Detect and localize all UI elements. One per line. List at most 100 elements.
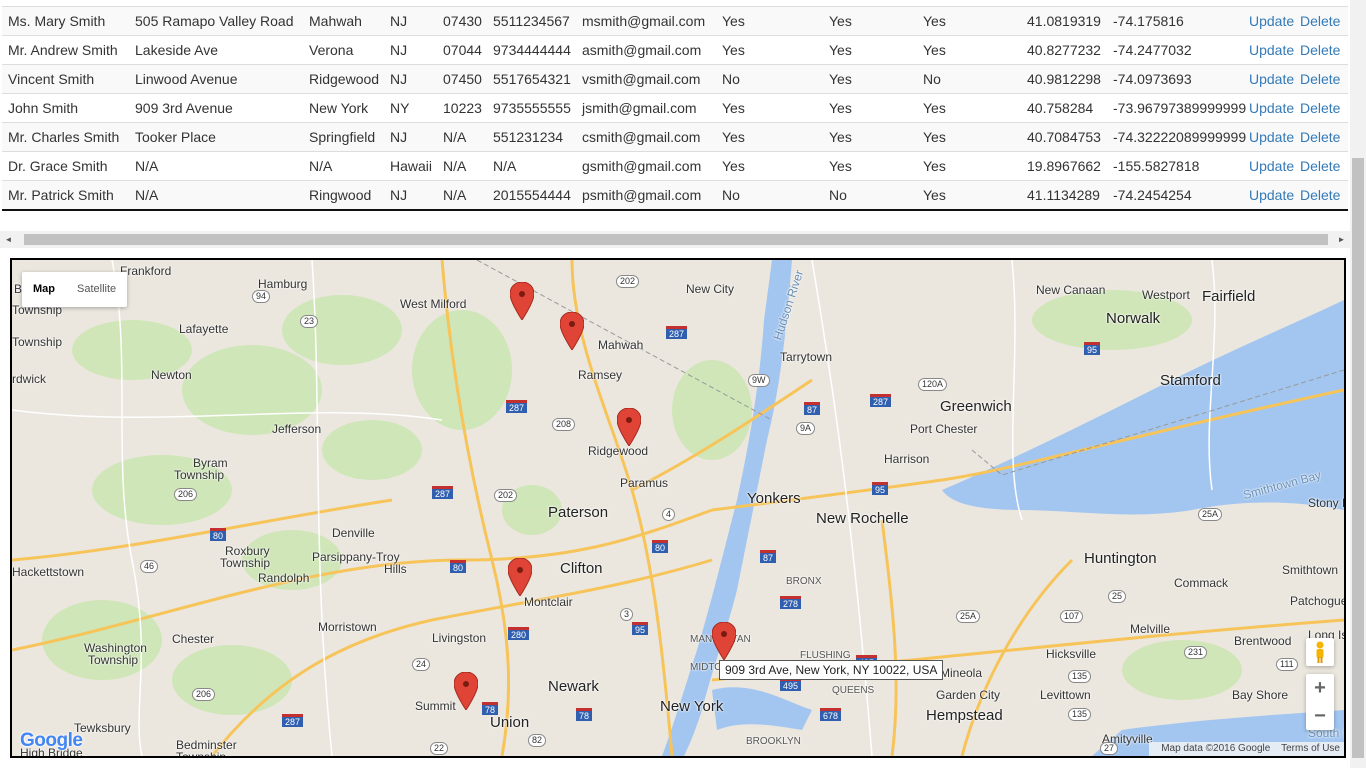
table-cell-lng: -74.32222089999999	[1107, 122, 1249, 152]
update-link[interactable]: Update	[1249, 42, 1294, 58]
map-place-label: Township	[12, 335, 63, 349]
table-cell-zip: 07450	[437, 64, 487, 94]
route-shield-icon: 9W	[748, 374, 770, 387]
map-marker-icon[interactable]	[617, 408, 641, 446]
table-cell-opt2: Yes	[823, 122, 917, 152]
table-cell-zip: 07430	[437, 6, 487, 36]
map-place-label: Greenwich	[940, 398, 1012, 415]
delete-link[interactable]: Delete	[1300, 42, 1340, 58]
map-marker-icon[interactable]	[712, 622, 736, 660]
table-cell-phone: 9735555555	[487, 93, 576, 123]
table-cell-opt1: Yes	[716, 6, 823, 36]
delete-link[interactable]: Delete	[1300, 129, 1340, 145]
table-cell-delete: Delete	[1300, 180, 1348, 211]
google-map[interactable]: FrankfordBranchvilleHamburgTownshipWest …	[10, 258, 1346, 758]
map-type-map-button[interactable]: Map	[22, 272, 66, 307]
route-shield-icon: 24	[412, 658, 431, 671]
map-place-label: BRONX	[786, 576, 822, 587]
table-cell-state: NJ	[384, 6, 437, 36]
interstate-shield-icon: 287	[870, 394, 892, 407]
map-place-label: Livingston	[432, 631, 487, 645]
interstate-shield-icon: 80	[450, 560, 467, 573]
map-marker-icon[interactable]	[510, 282, 534, 320]
table-row: Vincent Smith Linwood Avenue Ridgewood NJ 07…	[2, 64, 1348, 94]
map-marker-icon[interactable]	[560, 312, 584, 350]
route-shield-icon: 22	[430, 742, 449, 755]
map-place-label: Tarrytown	[780, 350, 833, 364]
table-body: Ms. Mary Smith 505 Ramapo Valley Road Mahw…	[2, 6, 1348, 211]
map-type-satellite-button[interactable]: Satellite	[66, 272, 127, 307]
table-cell-opt1: Yes	[716, 151, 823, 181]
table-cell-email: psmith@gmail.com	[576, 180, 716, 211]
map-place-label: Fairfield	[1202, 288, 1256, 305]
update-link[interactable]: Update	[1249, 13, 1294, 29]
table-cell-phone: N/A	[487, 151, 576, 181]
delete-link[interactable]: Delete	[1300, 187, 1340, 203]
table-cell-lat: 40.7084753	[1021, 122, 1107, 152]
table-cell-opt1: Yes	[716, 122, 823, 152]
map-place-label: Paramus	[620, 476, 669, 490]
terms-of-use-link[interactable]: Terms of Use	[1281, 743, 1340, 754]
delete-link[interactable]: Delete	[1300, 100, 1340, 116]
table-cell-name: Mr. Andrew Smith	[2, 35, 129, 65]
table-cell-update: Update	[1249, 122, 1300, 152]
scroll-right-arrow-icon[interactable]: ►	[1333, 231, 1350, 248]
map-place-label: Paterson	[548, 504, 609, 521]
table-cell-lat: 40.758284	[1021, 93, 1107, 123]
map-place-label: Newton	[151, 368, 192, 382]
delete-link[interactable]: Delete	[1300, 71, 1340, 87]
table-cell-city: Ridgewood	[303, 64, 384, 94]
delete-link[interactable]: Delete	[1300, 13, 1340, 29]
table-cell-lat: 41.1134289	[1021, 180, 1107, 211]
table-cell-street: N/A	[129, 180, 303, 211]
zoom-control: + −	[1306, 674, 1334, 730]
scroll-left-arrow-icon[interactable]: ◄	[0, 231, 17, 248]
google-logo: Google	[20, 730, 83, 751]
map-place-label: Norwalk	[1106, 310, 1161, 327]
map-place-label: Commack	[1174, 576, 1229, 590]
table-cell-opt2: Yes	[823, 151, 917, 181]
table-cell-opt3: Yes	[917, 122, 1021, 152]
update-link[interactable]: Update	[1249, 187, 1294, 203]
table-cell-lat: 40.9812298	[1021, 64, 1107, 94]
map-place-label: West Milford	[400, 297, 467, 311]
map-place-label: BROOKLYN	[746, 736, 801, 747]
delete-link[interactable]: Delete	[1300, 158, 1340, 174]
table-cell-phone: 551231234	[487, 122, 576, 152]
table-row: Mr. Patrick Smith N/A Ringwood NJ N/A 2015554…	[2, 180, 1348, 211]
vertical-scrollbar[interactable]	[1350, 0, 1366, 768]
map-place-label: Hills	[384, 562, 407, 576]
horizontal-scrollbar[interactable]: ◄ ►	[0, 231, 1350, 248]
route-shield-icon: 135	[1068, 670, 1092, 683]
map-place-label: Hicksville	[1046, 647, 1097, 661]
route-shield-icon: 202	[616, 275, 640, 288]
map-marker-icon[interactable]	[454, 672, 478, 710]
map-place-label: rdwick	[12, 372, 47, 386]
map-type-control: Map Satellite	[22, 272, 128, 307]
map-place-label: Township	[174, 468, 225, 482]
update-link[interactable]: Update	[1249, 100, 1294, 116]
interstate-shield-icon: 280	[508, 627, 530, 640]
zoom-in-button[interactable]: +	[1306, 674, 1334, 702]
map-place-label: Hackettstown	[12, 565, 85, 579]
update-link[interactable]: Update	[1249, 158, 1294, 174]
horizontal-scroll-thumb[interactable]	[24, 234, 1328, 245]
table-cell-opt3: Yes	[917, 35, 1021, 65]
map-place-label: Randolph	[258, 571, 310, 585]
table-cell-opt1: Yes	[716, 93, 823, 123]
table-cell-zip: N/A	[437, 122, 487, 152]
table-cell-state: Hawaii	[384, 151, 437, 181]
route-shield-icon: 94	[252, 290, 271, 303]
map-place-label: Tewksbury	[74, 721, 131, 735]
map-place-label: Patchogue	[1290, 594, 1346, 608]
table-cell-delete: Delete	[1300, 122, 1348, 152]
route-shield-icon: 202	[494, 489, 518, 502]
table-cell-city: N/A	[303, 151, 384, 181]
interstate-shield-icon: 87	[804, 402, 821, 415]
vertical-scroll-thumb[interactable]	[1352, 158, 1364, 758]
update-link[interactable]: Update	[1249, 71, 1294, 87]
zoom-out-button[interactable]: −	[1306, 702, 1334, 730]
update-link[interactable]: Update	[1249, 129, 1294, 145]
map-marker-icon[interactable]	[508, 558, 532, 596]
street-view-pegman-icon[interactable]	[1306, 638, 1334, 666]
